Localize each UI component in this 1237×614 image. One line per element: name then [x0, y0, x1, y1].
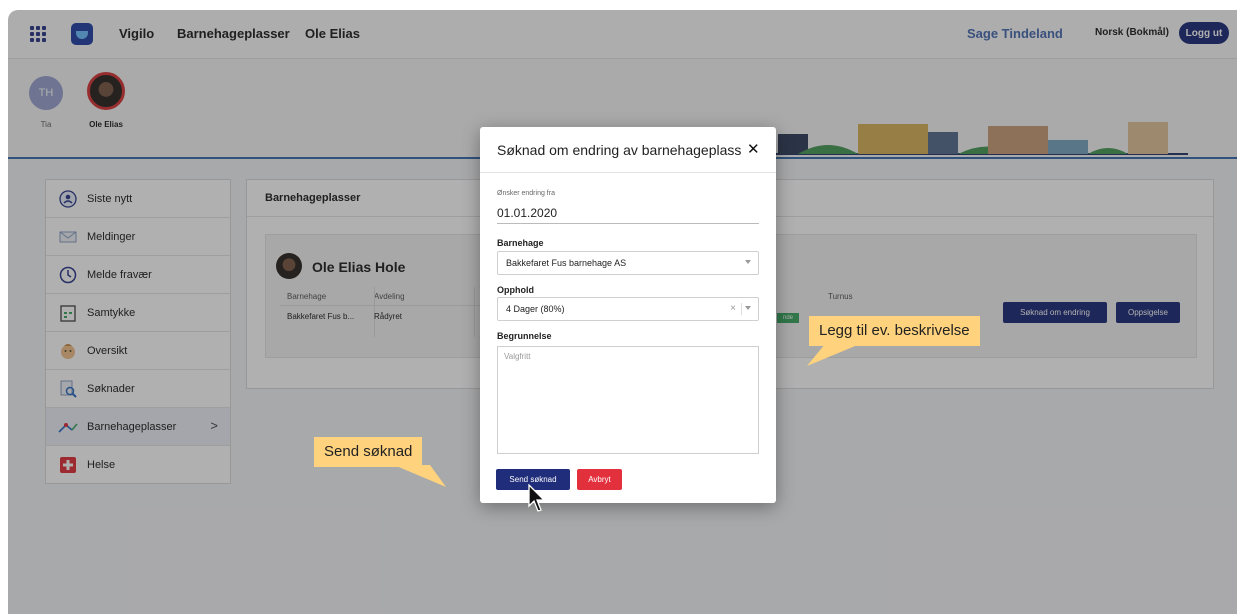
- close-icon[interactable]: ✕: [747, 140, 760, 158]
- reason-label: Begrunnelse: [497, 331, 552, 341]
- clear-icon[interactable]: ×: [730, 303, 736, 314]
- stay-select[interactable]: 4 Dager (80%) ×: [497, 297, 759, 321]
- reason-textarea[interactable]: [497, 346, 759, 454]
- stay-label: Opphold: [497, 285, 534, 295]
- date-label: Ønsker endring fra: [497, 190, 555, 197]
- dialog-title: Søknad om endring av barnehageplass: [497, 142, 742, 158]
- change-date-field[interactable]: [497, 203, 759, 224]
- cancel-button[interactable]: Avbryt: [577, 469, 622, 490]
- chevron-down-icon: [745, 306, 751, 310]
- select-value: Bakkefaret Fus barnehage AS: [506, 258, 627, 268]
- mouse-cursor-icon: [528, 484, 546, 512]
- kindergarten-select[interactable]: Bakkefaret Fus barnehage AS: [497, 251, 759, 275]
- tooltip-description: Legg til ev. beskrivelse: [809, 316, 980, 346]
- tooltip-send: Send søknad: [314, 437, 423, 467]
- divider: [480, 172, 776, 173]
- divider: [741, 303, 742, 315]
- kindergarten-label: Barnehage: [497, 238, 544, 248]
- change-request-dialog: Søknad om endring av barnehageplass ✕ Øn…: [480, 127, 776, 503]
- chevron-down-icon: [745, 260, 751, 264]
- tooltip-tail: [394, 465, 446, 487]
- tooltip-tail: [807, 344, 860, 366]
- select-value: 4 Dager (80%): [506, 304, 565, 314]
